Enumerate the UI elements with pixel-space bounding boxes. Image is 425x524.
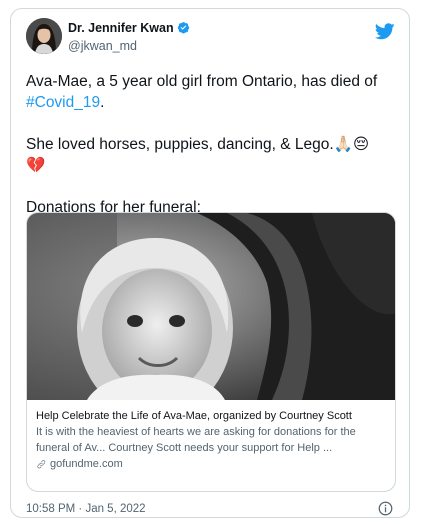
twitter-bird-icon[interactable] <box>375 23 395 40</box>
avatar[interactable] <box>26 18 62 54</box>
link-preview-image[interactable] <box>27 213 395 400</box>
tweet-line-1-text: Ava-Mae, a 5 year old girl from Ontario,… <box>26 73 378 90</box>
hashtag-link[interactable]: #Covid_19 <box>26 94 100 111</box>
tweet-line-1: Ava-Mae, a 5 year old girl from Ontario,… <box>26 71 398 113</box>
link-description: It is with the heaviest of hearts we are… <box>36 426 356 454</box>
link-preview-info[interactable]: Help Celebrate the Life of Ava-Mae, orga… <box>36 408 388 472</box>
tweet-text: Ava-Mae, a 5 year old girl from Ontario,… <box>26 71 398 218</box>
author-handle[interactable]: @jkwan_md <box>68 39 137 53</box>
link-icon <box>37 459 46 468</box>
broken-heart-emoji: 💔 <box>26 157 46 174</box>
tweet-timestamp[interactable]: 10:58 PM · Jan 5, 2022 <box>26 503 146 515</box>
link-preview-card[interactable]: Help Celebrate the Life of Ava-Mae, orga… <box>26 212 396 492</box>
link-title[interactable]: Help Celebrate the Life of Ava-Mae, orga… <box>36 408 388 424</box>
link-domain[interactable]: gofundme.com <box>50 456 123 472</box>
tweet-card[interactable]: Dr. Jennifer Kwan @jkwan_md Ava-Mae, a 5… <box>10 8 410 518</box>
tweet-line-1-end: . <box>100 94 105 111</box>
info-icon[interactable] <box>378 501 393 516</box>
tweet-line-2-text: She loved horses, puppies, dancing, & Le… <box>26 136 370 153</box>
author-name-text[interactable]: Dr. Jennifer Kwan <box>68 21 174 35</box>
verified-badge-icon <box>177 22 189 34</box>
link-domain-row[interactable]: gofundme.com <box>36 456 388 472</box>
tweet-line-2: She loved horses, puppies, dancing, & Le… <box>26 134 398 176</box>
author-name[interactable]: Dr. Jennifer Kwan <box>68 21 190 35</box>
